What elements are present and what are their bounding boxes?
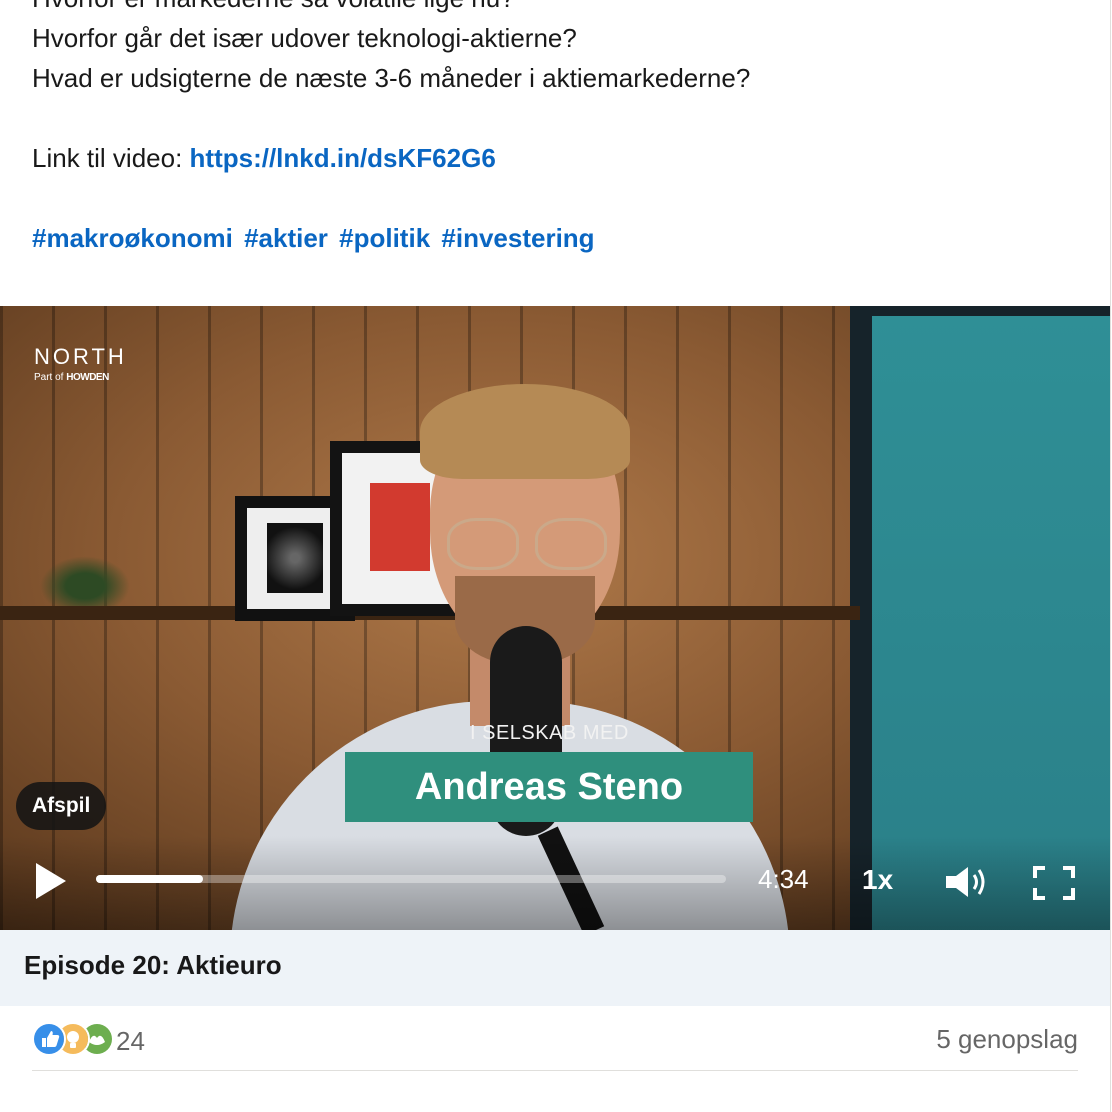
play-label-badge[interactable]: Afspil [16, 782, 107, 830]
logo-sub-text: Part of HOWDEN [34, 372, 109, 383]
hashtag-link[interactable]: #makroøkonomi [32, 223, 233, 253]
video-link[interactable]: https://lnkd.in/dsKF62G6 [190, 143, 496, 173]
reposts-count[interactable]: 5 genopslag [936, 1024, 1078, 1055]
hashtag-list: #makroøkonomi #aktier #politik #invester… [32, 218, 1092, 258]
lower-third-name: Andreas Steno [345, 752, 753, 822]
north-logo: NORTH Part of HOWDEN [34, 344, 127, 383]
hashtag-link[interactable]: #politik [339, 223, 430, 253]
like-icon [32, 1022, 66, 1056]
social-counts: 24 5 genopslag [32, 1020, 1078, 1071]
hashtag-link[interactable]: #investering [441, 223, 594, 253]
play-icon[interactable] [34, 861, 68, 901]
logo-main-text: NORTH [34, 344, 127, 369]
hashtag-link[interactable]: #aktier [244, 223, 328, 253]
video-link-line: Link til video: https://lnkd.in/dsKF62G6 [32, 138, 1092, 178]
glasses [447, 518, 607, 570]
playback-speed-button[interactable]: 1x [862, 864, 893, 896]
progress-bar[interactable] [96, 875, 726, 883]
duration-label: 4:34 [758, 864, 809, 894]
feed-post: Hvorfor er markederne så volatile lige n… [0, 0, 1111, 1112]
post-text-line: Hvorfor går det især udover teknologi-ak… [32, 23, 577, 53]
progress-fill [96, 875, 204, 883]
volume-icon[interactable] [944, 864, 990, 900]
video-title-bar[interactable]: Episode 20: Aktieuro [0, 930, 1110, 1006]
post-text-line: Hvorfor er markederne så volatile lige n… [32, 0, 1092, 18]
episode-title: Episode 20: Aktieuro [24, 950, 282, 980]
reaction-count: 24 [116, 1026, 145, 1056]
lower-third-subtitle: I SELSKAB MED [470, 722, 629, 744]
video-player[interactable]: NORTH Part of HOWDEN I SELSKAB MED Andre… [0, 306, 1110, 930]
post-text-line: Hvad er udsigterne de næste 3-6 måneder … [32, 63, 751, 93]
link-prefix: Link til video: [32, 143, 190, 173]
video-controls: 4:34 1x [0, 836, 1110, 930]
post-text: Hvorfor er markederne så volatile lige n… [32, 0, 1092, 258]
fullscreen-icon[interactable] [1033, 866, 1075, 900]
